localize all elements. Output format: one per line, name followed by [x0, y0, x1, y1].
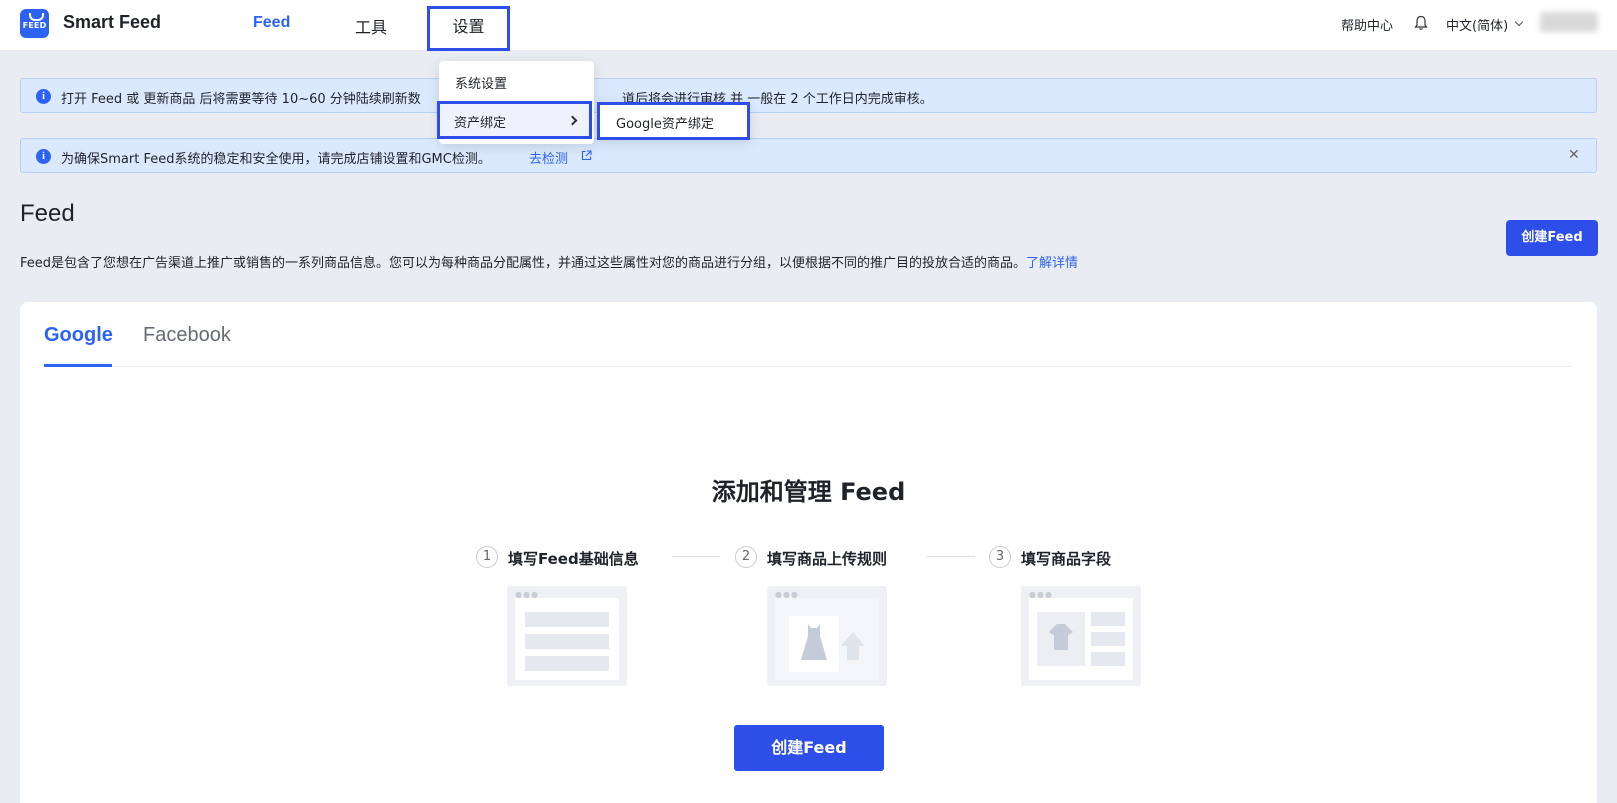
- description-text: Feed是包含了您想在广告渠道上推广或销售的一系列商品信息。您可以为每种商品分配…: [20, 256, 1027, 271]
- step-label: 填写商品字段: [1021, 550, 1112, 568]
- step-number: 2: [735, 546, 757, 568]
- info-alert-check: i 为确保Smart Feed系统的稳定和安全使用，请完成店铺设置和GMC检测。…: [20, 138, 1597, 173]
- page-title: Feed: [20, 200, 75, 227]
- tab-google[interactable]: Google: [44, 324, 113, 347]
- empty-state-title: 添加和管理 Feed: [711, 478, 906, 506]
- close-icon[interactable]: ✕: [1568, 147, 1580, 163]
- nav-settings[interactable]: 设置: [427, 6, 510, 51]
- info-circle-icon: i: [36, 89, 51, 104]
- dress-upload-illustration-icon: ●●●: [767, 586, 887, 686]
- feed-card: Google Facebook 添加和管理 Feed 1 填写Feed基础信息 …: [20, 302, 1597, 803]
- menu-item-asset-binding[interactable]: 资产绑定: [437, 101, 592, 139]
- step-number: 3: [989, 546, 1011, 568]
- learn-more-link[interactable]: 了解详情: [1026, 256, 1078, 271]
- menu-item-label: 资产绑定: [454, 116, 507, 131]
- form-illustration-icon: ●●●: [507, 586, 627, 686]
- active-tab-indicator: [44, 364, 112, 367]
- chevron-right-icon: [567, 115, 578, 126]
- info-circle-icon: i: [36, 149, 51, 164]
- create-feed-button-top[interactable]: 创建Feed: [1506, 220, 1598, 256]
- product-fields-illustration-icon: ●●●: [1021, 586, 1141, 686]
- alert-text: 打开 Feed 或 更新商品 后将需要等待 10~60 分钟陆续刷新数: [61, 92, 421, 107]
- user-account[interactable]: [1540, 12, 1598, 32]
- tab-facebook[interactable]: Facebook: [143, 324, 231, 347]
- alert-text: 为确保Smart Feed系统的稳定和安全使用，请完成店铺设置和GMC检测。: [61, 152, 491, 167]
- brand-name[interactable]: Smart Feed: [63, 12, 161, 33]
- step-connector: [927, 556, 975, 557]
- chevron-down-icon: [1514, 17, 1524, 27]
- help-center-link[interactable]: 帮助中心: [1341, 15, 1393, 34]
- submenu-item-google-asset-binding[interactable]: Google资产绑定: [616, 113, 714, 132]
- external-link-icon[interactable]: [581, 150, 592, 161]
- step-label: 填写商品上传规则: [767, 550, 888, 568]
- bell-icon[interactable]: [1414, 15, 1428, 31]
- asset-binding-submenu: Google资产绑定: [597, 102, 750, 140]
- step-label: 填写Feed基础信息: [508, 550, 639, 568]
- nav-feed[interactable]: Feed: [253, 14, 290, 32]
- tab-divider: [44, 366, 1572, 367]
- settings-dropdown-menu: 系统设置 资产绑定: [437, 61, 594, 144]
- logo-text: FEED: [22, 21, 47, 30]
- info-alert-refresh: i 打开 Feed 或 更新商品 后将需要等待 10~60 分钟陆续刷新数 道后…: [20, 78, 1597, 113]
- create-feed-button[interactable]: 创建Feed: [734, 725, 884, 771]
- app-logo[interactable]: FEED: [20, 9, 49, 38]
- step-connector: [672, 556, 720, 557]
- page-description: Feed是包含了您想在广告渠道上推广或销售的一系列商品信息。您可以为每种商品分配…: [20, 252, 1078, 271]
- nav-tools[interactable]: 工具: [355, 14, 387, 38]
- top-navbar: FEED Smart Feed Feed 工具 设置 帮助中心 中文(简体): [0, 0, 1617, 51]
- step-number: 1: [476, 546, 498, 568]
- menu-item-system-settings[interactable]: 系统设置: [455, 73, 507, 92]
- go-check-link[interactable]: 去检测: [529, 148, 568, 167]
- language-selector[interactable]: 中文(简体): [1446, 15, 1508, 34]
